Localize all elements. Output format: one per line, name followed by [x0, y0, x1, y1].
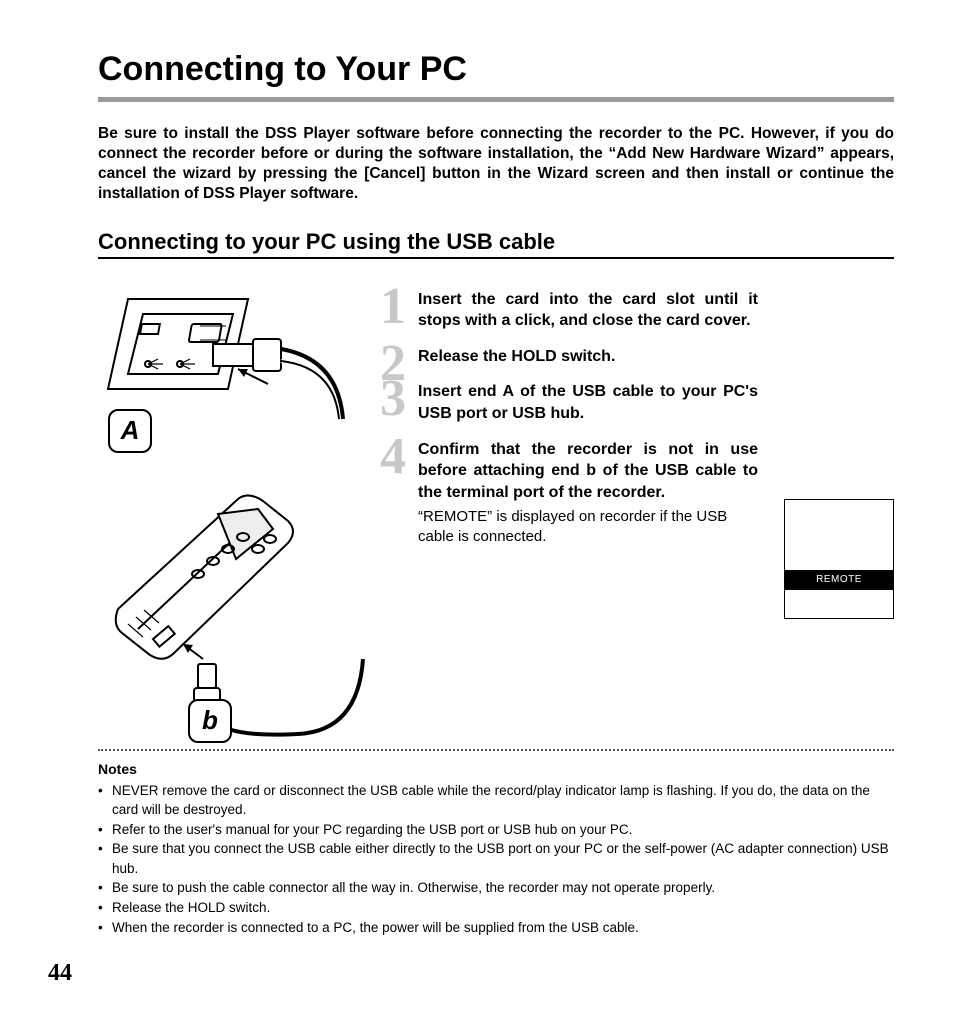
- steps-list: 1 Insert the card into the card slot unt…: [388, 289, 758, 561]
- label-b: b: [202, 705, 218, 736]
- step-text: Insert the card into the card slot until…: [418, 289, 758, 332]
- step-text-pre: Release the: [418, 348, 511, 365]
- step-text-post: switch.: [557, 348, 616, 365]
- note-item: NEVER remove the card or disconnect the …: [98, 781, 894, 820]
- recorder-display-box: REMOTE: [784, 499, 894, 619]
- label-a: A: [121, 415, 140, 446]
- page-number: 44: [48, 960, 72, 987]
- step-number: 1: [380, 281, 406, 333]
- warning-paragraph: Be sure to install the DSS Player softwa…: [98, 124, 894, 205]
- step-number: 4: [380, 431, 406, 483]
- step-number: 3: [380, 373, 406, 425]
- step-3: 3 Insert end A of the USB cable to your …: [388, 381, 758, 424]
- step-text: Confirm that the recorder is not in use …: [418, 439, 758, 504]
- step-4: 4 Confirm that the recorder is not in us…: [388, 439, 758, 547]
- step-subtext: “REMOTE” is displayed on recorder if the…: [418, 507, 758, 546]
- note-item: Refer to the user's manual for your PC r…: [98, 820, 894, 840]
- illustration-usb-a: A: [98, 289, 348, 469]
- title-rule: [98, 97, 894, 102]
- step-1: 1 Insert the card into the card slot unt…: [388, 289, 758, 332]
- subtitle-rule: [98, 257, 894, 259]
- remote-label: REMOTE: [816, 574, 862, 585]
- note-item: Be sure that you connect the USB cable e…: [98, 839, 894, 878]
- label-b-box: b: [188, 699, 232, 743]
- section-subtitle: Connecting to your PC using the USB cabl…: [98, 229, 894, 255]
- step-2: 2 Release the HOLD switch.: [388, 346, 758, 368]
- dotted-separator: [98, 749, 894, 751]
- note-item: Release the HOLD switch.: [98, 898, 894, 918]
- main-content: A: [98, 289, 894, 749]
- notes-list: NEVER remove the card or disconnect the …: [98, 781, 894, 938]
- step-text: Insert end A of the USB cable to your PC…: [418, 381, 758, 424]
- note-item: When the recorder is connected to a PC, …: [98, 918, 894, 938]
- notes-heading: Notes: [98, 761, 894, 777]
- step-text: Release the HOLD switch.: [418, 346, 758, 368]
- step-text-bold: HOLD: [511, 348, 556, 365]
- label-a-box: A: [108, 409, 152, 453]
- manual-page: 5 Connecting to Your PC Connecting to Yo…: [0, 0, 954, 1019]
- page-title: Connecting to Your PC: [98, 50, 894, 89]
- illustration-usb-b: b: [98, 479, 368, 749]
- recorder-display-strip: REMOTE: [785, 570, 893, 590]
- note-item: Be sure to push the cable connector all …: [98, 878, 894, 898]
